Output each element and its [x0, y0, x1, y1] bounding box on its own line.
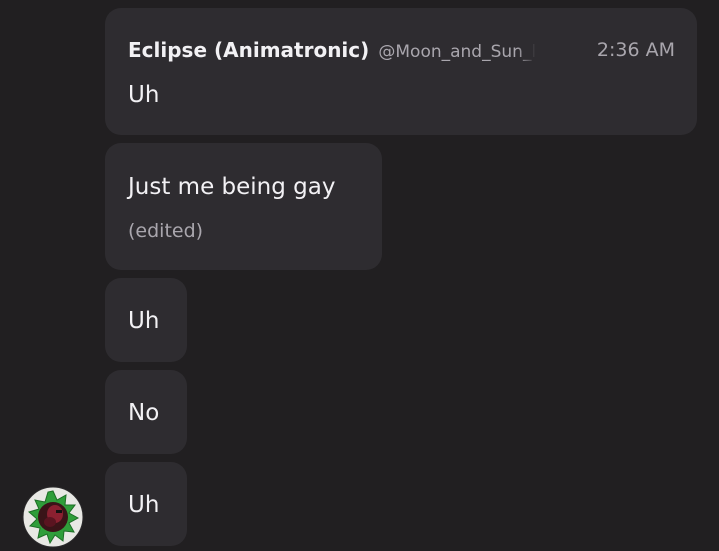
message-text: Uh [128, 492, 160, 518]
author-handle: @Moon_and_Sun_l [378, 42, 537, 62]
author-name[interactable]: Eclipse (Animatronic) [128, 38, 369, 62]
message-text: No [128, 400, 160, 426]
edited-label: (edited) [128, 220, 204, 242]
message-text: Uh [128, 82, 160, 108]
message-bubble[interactable]: Eclipse (Animatronic) @Moon_and_Sun_l 2:… [105, 8, 697, 135]
message-bubble[interactable]: Just me being gay (edited) [105, 143, 382, 270]
message-bubble[interactable]: Uh [105, 278, 187, 362]
user-avatar-icon[interactable] [22, 486, 84, 548]
message-bubble[interactable]: Uh [105, 462, 187, 546]
message-bubble[interactable]: No [105, 370, 187, 454]
message-text: Uh [128, 308, 160, 334]
chat-thread: Eclipse (Animatronic) @Moon_and_Sun_l 2:… [0, 0, 719, 551]
message-timestamp: 2:36 AM [596, 39, 675, 61]
message-header: Eclipse (Animatronic) @Moon_and_Sun_l [128, 37, 678, 65]
message-text: Just me being gay [128, 174, 336, 200]
